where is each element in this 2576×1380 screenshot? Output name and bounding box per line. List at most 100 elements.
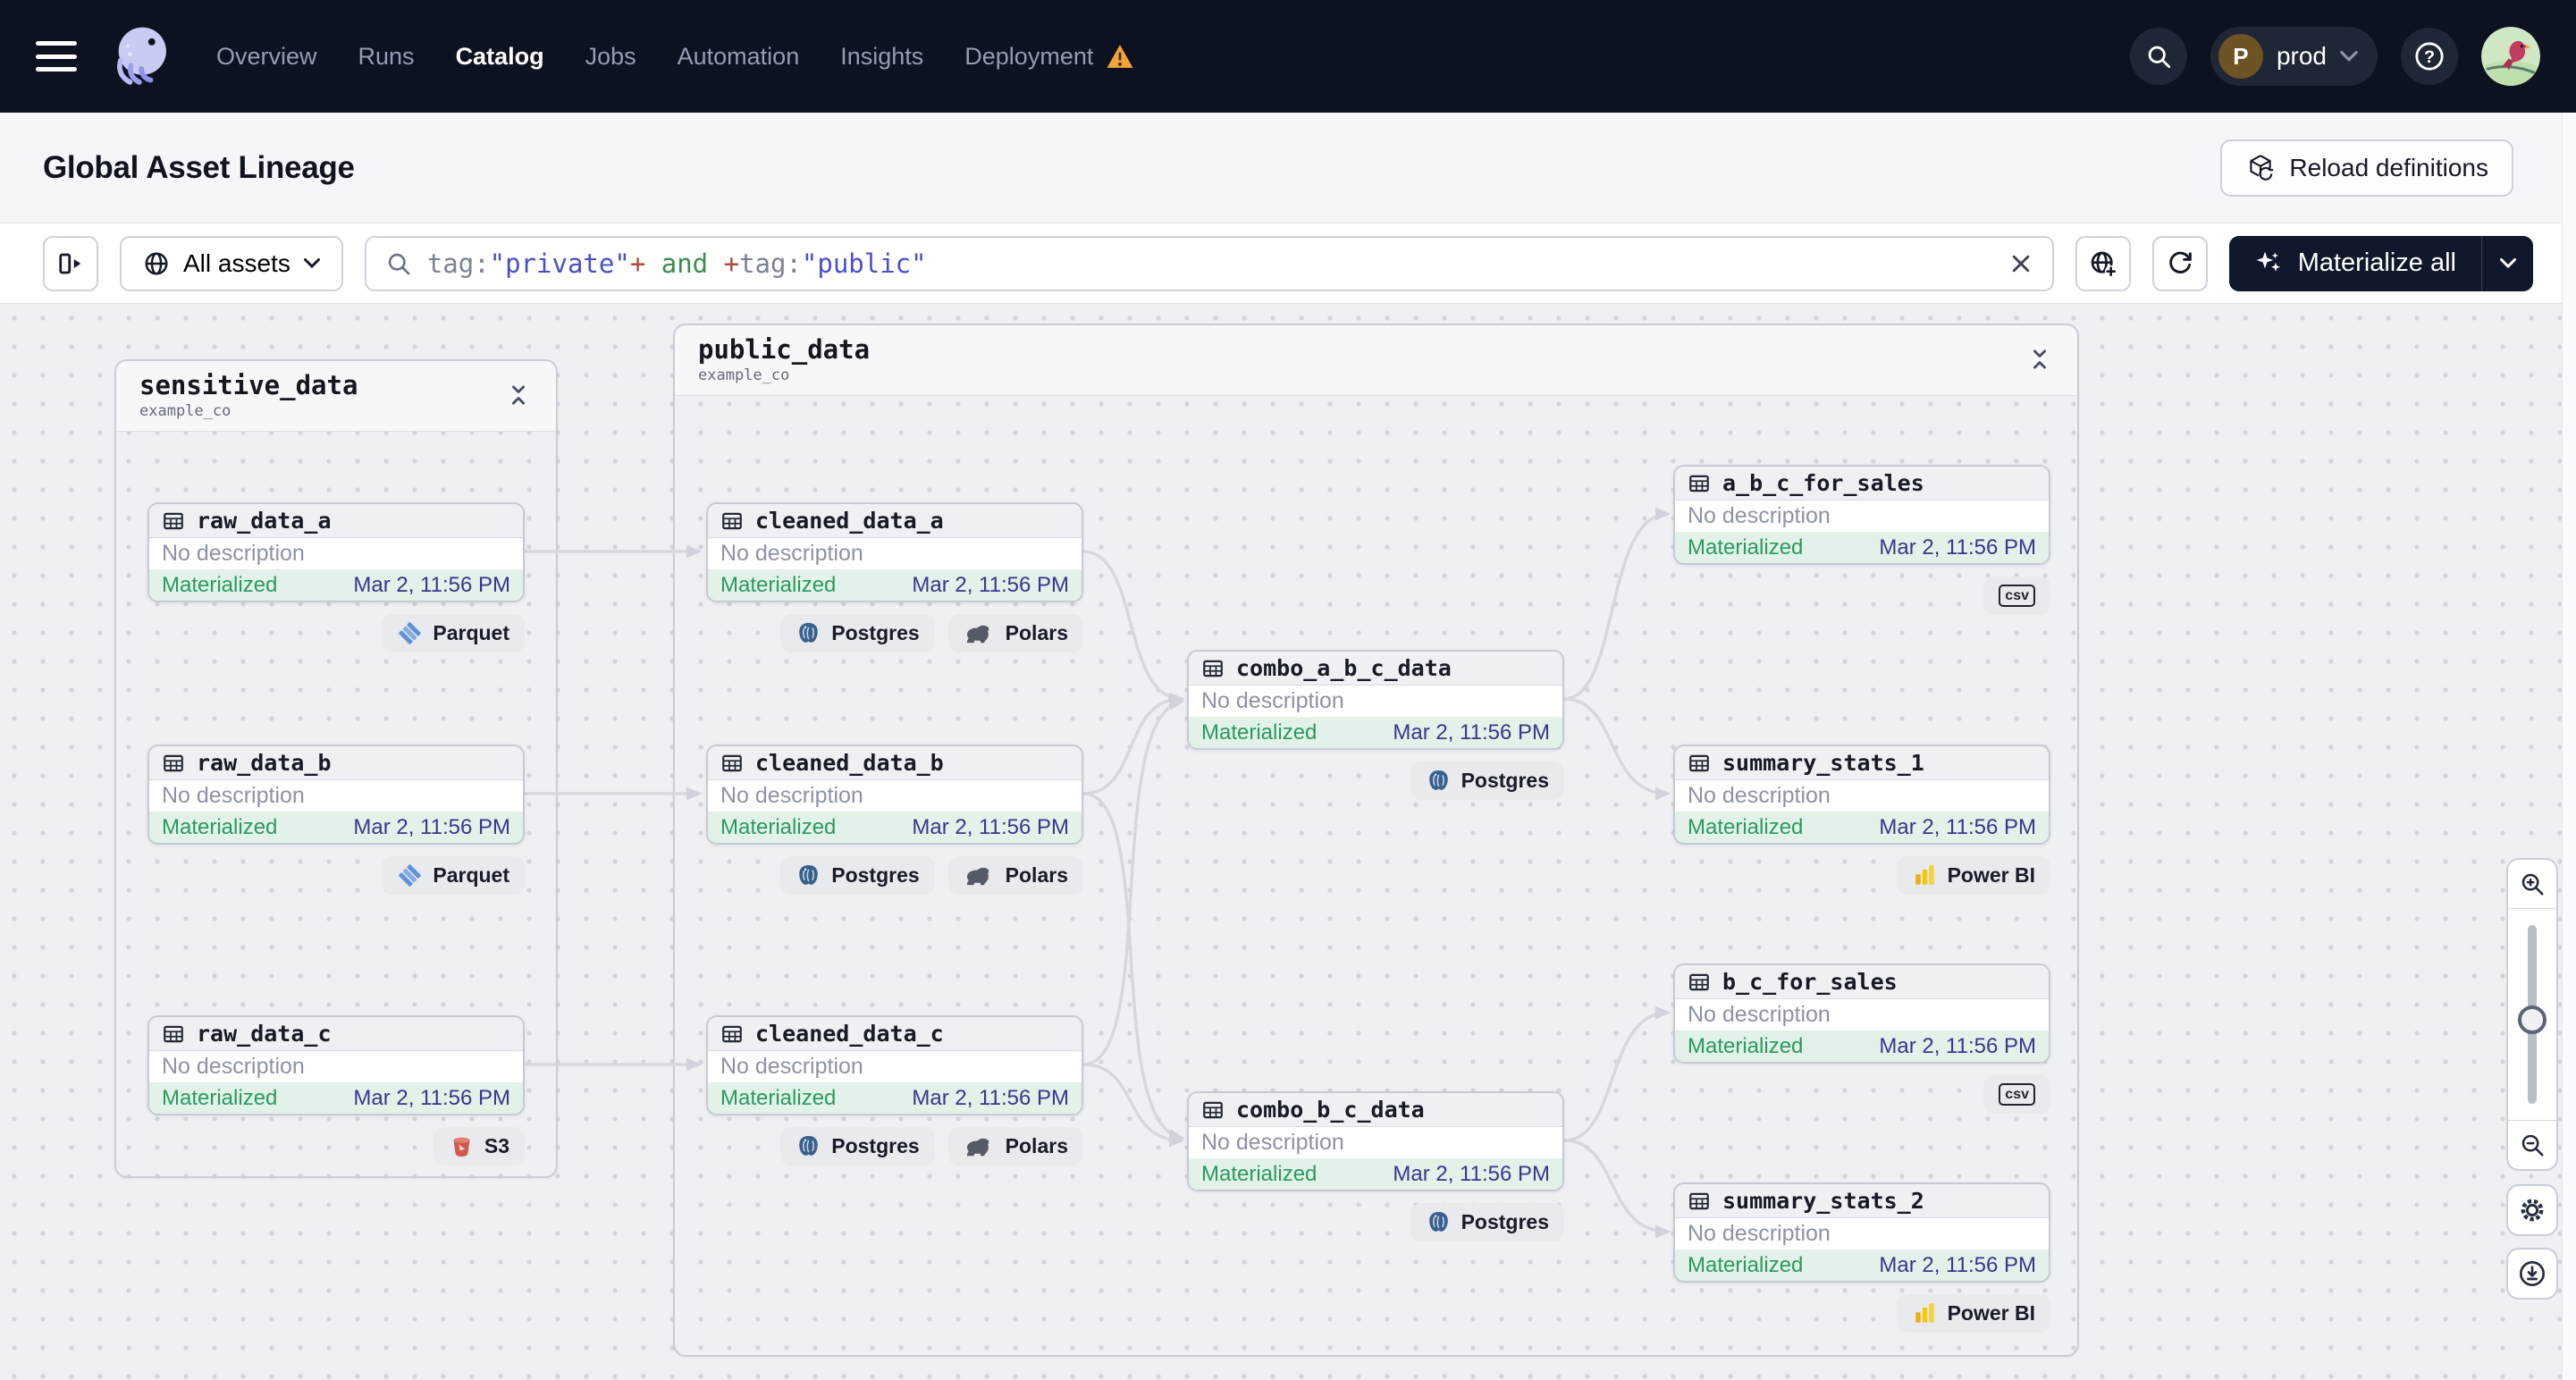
nav-item-catalog[interactable]: Catalog	[456, 43, 544, 71]
asset-name: summary_stats_1	[1722, 750, 1924, 776]
clear-search-button[interactable]	[2009, 252, 2033, 275]
zoom-in-button[interactable]	[2508, 860, 2556, 908]
asset-card[interactable]: raw_data_a No description Materialized M…	[147, 502, 525, 602]
group-location: example_co	[698, 366, 790, 384]
asset-card-header: raw_data_c	[149, 1017, 523, 1051]
materialize-all-button[interactable]: Materialize all	[2229, 236, 2481, 291]
deployment-switcher[interactable]: P prod	[2210, 27, 2378, 86]
asset-node-cleaned_data_c[interactable]: cleaned_data_c No description Materializ…	[706, 1015, 1083, 1165]
asset-card[interactable]: cleaned_data_b No description Materializ…	[706, 745, 1083, 845]
status-label: Materialized	[720, 572, 837, 597]
status-label: Materialized	[720, 814, 837, 839]
asset-card[interactable]: b_c_for_sales No description Materialize…	[1673, 963, 2050, 1064]
search-button[interactable]	[2129, 28, 2187, 85]
asset-card-header: raw_data_b	[149, 746, 523, 780]
nav-label: Overview	[216, 42, 317, 70]
asset-description: No description	[1189, 1127, 1562, 1158]
graph-settings-button[interactable]	[2506, 1184, 2558, 1236]
globe-plus-icon	[2091, 251, 2117, 277]
asset-node-combo_a_b_c_data[interactable]: combo_a_b_c_data No description Material…	[1187, 650, 1564, 800]
add-to-graph-button[interactable]	[2075, 235, 2131, 291]
kind-badge-postgres: Postgres	[780, 614, 935, 652]
asset-name: combo_b_c_data	[1236, 1097, 1425, 1123]
asset-status-row: Materialized Mar 2, 11:56 PM	[149, 812, 523, 843]
asset-status-row: Materialized Mar 2, 11:56 PM	[1675, 532, 2049, 563]
nav-item-deployment[interactable]: Deployment	[964, 43, 1134, 71]
status-timestamp: Mar 2, 11:56 PM	[353, 572, 510, 597]
asset-node-raw_data_b[interactable]: raw_data_b No description Materialized M…	[147, 745, 525, 895]
asset-card[interactable]: raw_data_c No description Materialized M…	[147, 1015, 525, 1115]
asset-node-cleaned_data_b[interactable]: cleaned_data_b No description Materializ…	[706, 745, 1083, 895]
status-label: Materialized	[1688, 1033, 1804, 1058]
powerbi-icon	[1912, 862, 1938, 888]
asset-node-b_c_for_sales[interactable]: b_c_for_sales No description Materialize…	[1673, 963, 2050, 1114]
lineage-graph-canvas[interactable]: sensitive_data example_co public_data ex…	[0, 304, 2562, 1380]
asset-card[interactable]: a_b_c_for_sales No description Materiali…	[1673, 465, 2050, 565]
asset-name: cleaned_data_c	[755, 1021, 944, 1047]
group-name: sensitive_data	[139, 370, 358, 400]
download-image-button[interactable]	[2506, 1248, 2558, 1300]
zoom-out-button[interactable]	[2508, 1121, 2556, 1169]
kind-badge-label: Polars	[1005, 1134, 1068, 1157]
asset-card[interactable]: raw_data_b No description Materialized M…	[147, 745, 525, 845]
kind-badge-label: Power BI	[1947, 1301, 2035, 1325]
asset-node-summary_stats_1[interactable]: summary_stats_1 No description Materiali…	[1673, 745, 2050, 895]
asset-node-raw_data_a[interactable]: raw_data_a No description Materialized M…	[147, 502, 525, 652]
collapse-group-button[interactable]	[2025, 341, 2054, 377]
asset-scope-dropdown[interactable]: All assets	[120, 235, 343, 291]
asset-node-summary_stats_2[interactable]: summary_stats_2 No description Materiali…	[1673, 1182, 2050, 1333]
asset-search-input[interactable]: tag:"private"+ and +tag:"public"	[364, 235, 2054, 291]
asset-node-raw_data_c[interactable]: raw_data_c No description Materialized M…	[147, 1015, 525, 1165]
table-icon	[162, 1022, 185, 1046]
asset-card[interactable]: cleaned_data_a No description Materializ…	[706, 502, 1083, 602]
asset-card[interactable]: cleaned_data_c No description Materializ…	[706, 1015, 1083, 1115]
reload-definitions-button[interactable]: Reload definitions	[2220, 139, 2513, 197]
asset-card[interactable]: summary_stats_2 No description Materiali…	[1673, 1182, 2050, 1283]
nav-item-jobs[interactable]: Jobs	[585, 43, 636, 71]
status-label: Materialized	[1688, 814, 1804, 839]
open-left-panel-button[interactable]	[43, 235, 98, 291]
nav-label: Deployment	[964, 42, 1094, 70]
query-tag-key: tag:	[739, 248, 802, 279]
materialize-options-button[interactable]	[2481, 235, 2533, 291]
asset-status-row: Materialized Mar 2, 11:56 PM	[708, 812, 1082, 843]
search-icon	[2148, 46, 2171, 69]
nav-item-runs[interactable]: Runs	[358, 43, 415, 71]
asset-description: No description	[1675, 999, 2049, 1031]
zoom-in-icon	[2519, 871, 2546, 897]
asset-card-header: summary_stats_1	[1675, 746, 2049, 780]
asset-status-row: Materialized Mar 2, 11:56 PM	[1189, 717, 1562, 748]
vertical-scrollbar[interactable]	[2562, 113, 2576, 1380]
deployment-avatar: P	[2218, 34, 2263, 79]
nav-item-overview[interactable]: Overview	[216, 43, 317, 71]
nav-item-automation[interactable]: Automation	[678, 43, 800, 71]
asset-card[interactable]: summary_stats_1 No description Materiali…	[1673, 745, 2050, 845]
user-avatar[interactable]	[2481, 27, 2540, 86]
help-button[interactable]: ?	[2401, 28, 2458, 85]
asset-node-cleaned_data_a[interactable]: cleaned_data_a No description Materializ…	[706, 502, 1083, 652]
lineage-toolbar: All assets tag:"private"+ and +tag:"publ…	[0, 223, 2576, 304]
kind-badge-polars: Polars	[947, 1127, 1083, 1165]
group-location: example_co	[139, 402, 232, 420]
csv-icon: csv	[1999, 585, 2035, 607]
menu-icon[interactable]	[36, 41, 77, 72]
asset-node-combo_b_c_data[interactable]: combo_b_c_data No description Materializ…	[1187, 1091, 1564, 1241]
asset-card-header: summary_stats_2	[1675, 1184, 2049, 1218]
kind-badge-label: Postgres	[1461, 769, 1549, 792]
zoom-slider[interactable]	[2508, 908, 2556, 1121]
nav-item-insights[interactable]: Insights	[840, 43, 923, 71]
zoom-slider-thumb[interactable]	[2518, 1006, 2547, 1034]
svg-text:?: ?	[2424, 47, 2435, 67]
refresh-button[interactable]	[2151, 235, 2208, 291]
table-icon	[1688, 971, 1711, 994]
asset-card[interactable]: combo_b_c_data No description Materializ…	[1187, 1091, 1564, 1191]
status-timestamp: Mar 2, 11:56 PM	[1879, 1252, 2036, 1277]
asset-card[interactable]: combo_a_b_c_data No description Material…	[1187, 650, 1564, 750]
postgres-icon	[1426, 1209, 1452, 1235]
status-label: Materialized	[720, 1085, 837, 1110]
kind-badge-label: Postgres	[831, 863, 920, 887]
asset-name: cleaned_data_a	[755, 508, 944, 534]
asset-node-a_b_c_for_sales[interactable]: a_b_c_for_sales No description Materiali…	[1673, 465, 2050, 615]
asset-card-header: cleaned_data_c	[708, 1017, 1082, 1051]
collapse-group-button[interactable]	[504, 377, 533, 413]
